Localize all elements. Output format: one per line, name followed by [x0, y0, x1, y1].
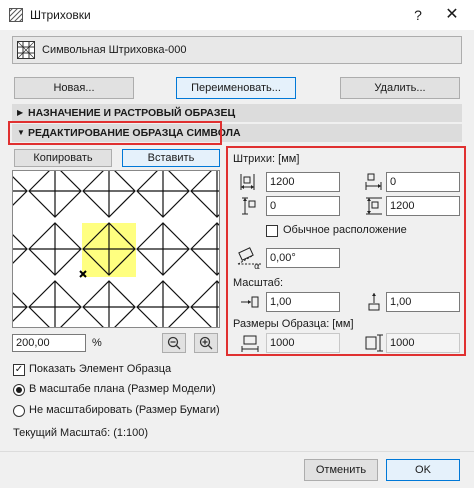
angle-input[interactable]: 0,00° [266, 248, 340, 268]
help-button[interactable]: ? [408, 5, 428, 25]
diamond-symbol [190, 171, 219, 218]
hatch-app-icon [9, 8, 23, 22]
zoom-out-icon [167, 336, 181, 350]
horizontal-spacing-icon [240, 174, 255, 190]
diamond-symbol [28, 171, 82, 218]
sample-width-icon [241, 335, 259, 352]
new-button[interactable]: Новая... [14, 77, 134, 99]
footer-divider [0, 451, 474, 452]
ok-button[interactable]: OK [386, 459, 460, 481]
diamond-symbol [82, 171, 136, 218]
svg-text:α: α [254, 262, 260, 270]
column-offset-icon [242, 197, 256, 215]
hatch-pattern-icon [17, 41, 35, 59]
sample-width-input[interactable]: 1000 [266, 333, 340, 353]
scale-y-input[interactable]: 1,00 [386, 292, 460, 312]
editing-highlight-frame [8, 121, 222, 145]
zoom-in-button[interactable] [194, 333, 218, 353]
section-assignment[interactable]: ▶ НАЗНАЧЕНИЕ И РАСТРОВЫЙ ОБРАЗЕЦ [12, 104, 462, 122]
rename-button[interactable]: Переименовать... [176, 77, 296, 99]
diamond-symbol [190, 222, 219, 276]
paste-button[interactable]: Вставить [122, 149, 220, 167]
diamond-symbol [13, 234, 28, 264]
row-offset-icon [365, 173, 382, 190]
diamond-symbol [28, 280, 82, 327]
copy-button[interactable]: Копировать [14, 149, 112, 167]
scale-x-icon [241, 296, 259, 308]
expand-triangle-icon: ▶ [17, 108, 24, 117]
vertical-spacing-icon [366, 197, 382, 215]
section-assignment-label: НАЗНАЧЕНИЕ И РАСТРОВЫЙ ОБРАЗЕЦ [28, 107, 236, 119]
radio-paper-label: Не масштабировать (Размер Бумаги) [29, 404, 220, 416]
diamond-symbol [28, 222, 82, 276]
offset-right-input[interactable]: 0 [386, 172, 460, 192]
pattern-preview [13, 171, 219, 327]
zoom-input[interactable]: 200,00 [12, 334, 86, 352]
diamond-symbol [13, 292, 28, 322]
sample-height-icon [365, 334, 383, 352]
window-title: Штриховки [30, 8, 91, 22]
zoom-in-icon [199, 336, 213, 350]
scale-y-icon [368, 293, 380, 311]
close-button[interactable]: ✕ [440, 4, 464, 26]
normal-layout-checkbox[interactable] [266, 225, 278, 237]
spacing-x-input[interactable]: 1200 [266, 172, 340, 192]
radio-plan-label: В масштабе плана (Размер Модели) [29, 383, 216, 395]
zoom-unit: % [92, 337, 102, 349]
scale-heading: Масштаб: [233, 277, 284, 289]
hatch-name: Символьная Штриховка-000 [42, 44, 187, 56]
pattern-canvas[interactable] [12, 170, 220, 328]
show-element-checkbox[interactable]: ✓ [13, 364, 25, 376]
radio-plan-scale[interactable] [13, 384, 25, 396]
diamond-symbol [13, 176, 28, 206]
radio-paper-scale[interactable] [13, 405, 25, 417]
delete-button[interactable]: Удалить... [340, 77, 460, 99]
normal-layout-label: Обычное расположение [283, 224, 407, 236]
angle-icon: α [237, 247, 262, 270]
diamond-symbol [136, 280, 190, 327]
diamond-symbol [136, 171, 190, 218]
offset-x-input[interactable]: 0 [266, 196, 340, 216]
sample-size-heading: Размеры Образца: [мм] [233, 318, 354, 330]
scale-x-input[interactable]: 1,00 [266, 292, 340, 312]
show-element-label: Показать Элемент Образца [29, 363, 172, 375]
sample-height-input[interactable]: 1000 [386, 333, 460, 353]
diamond-symbol [136, 222, 190, 276]
strokes-heading: Штрихи: [мм] [233, 153, 300, 165]
cancel-button[interactable]: Отменить [304, 459, 378, 481]
diamond-symbol [82, 280, 136, 327]
zoom-out-button[interactable] [162, 333, 186, 353]
spacing-y-input[interactable]: 1200 [386, 196, 460, 216]
diamond-symbol [190, 280, 219, 327]
current-scale-text: Текущий Масштаб: (1:100) [13, 427, 149, 439]
